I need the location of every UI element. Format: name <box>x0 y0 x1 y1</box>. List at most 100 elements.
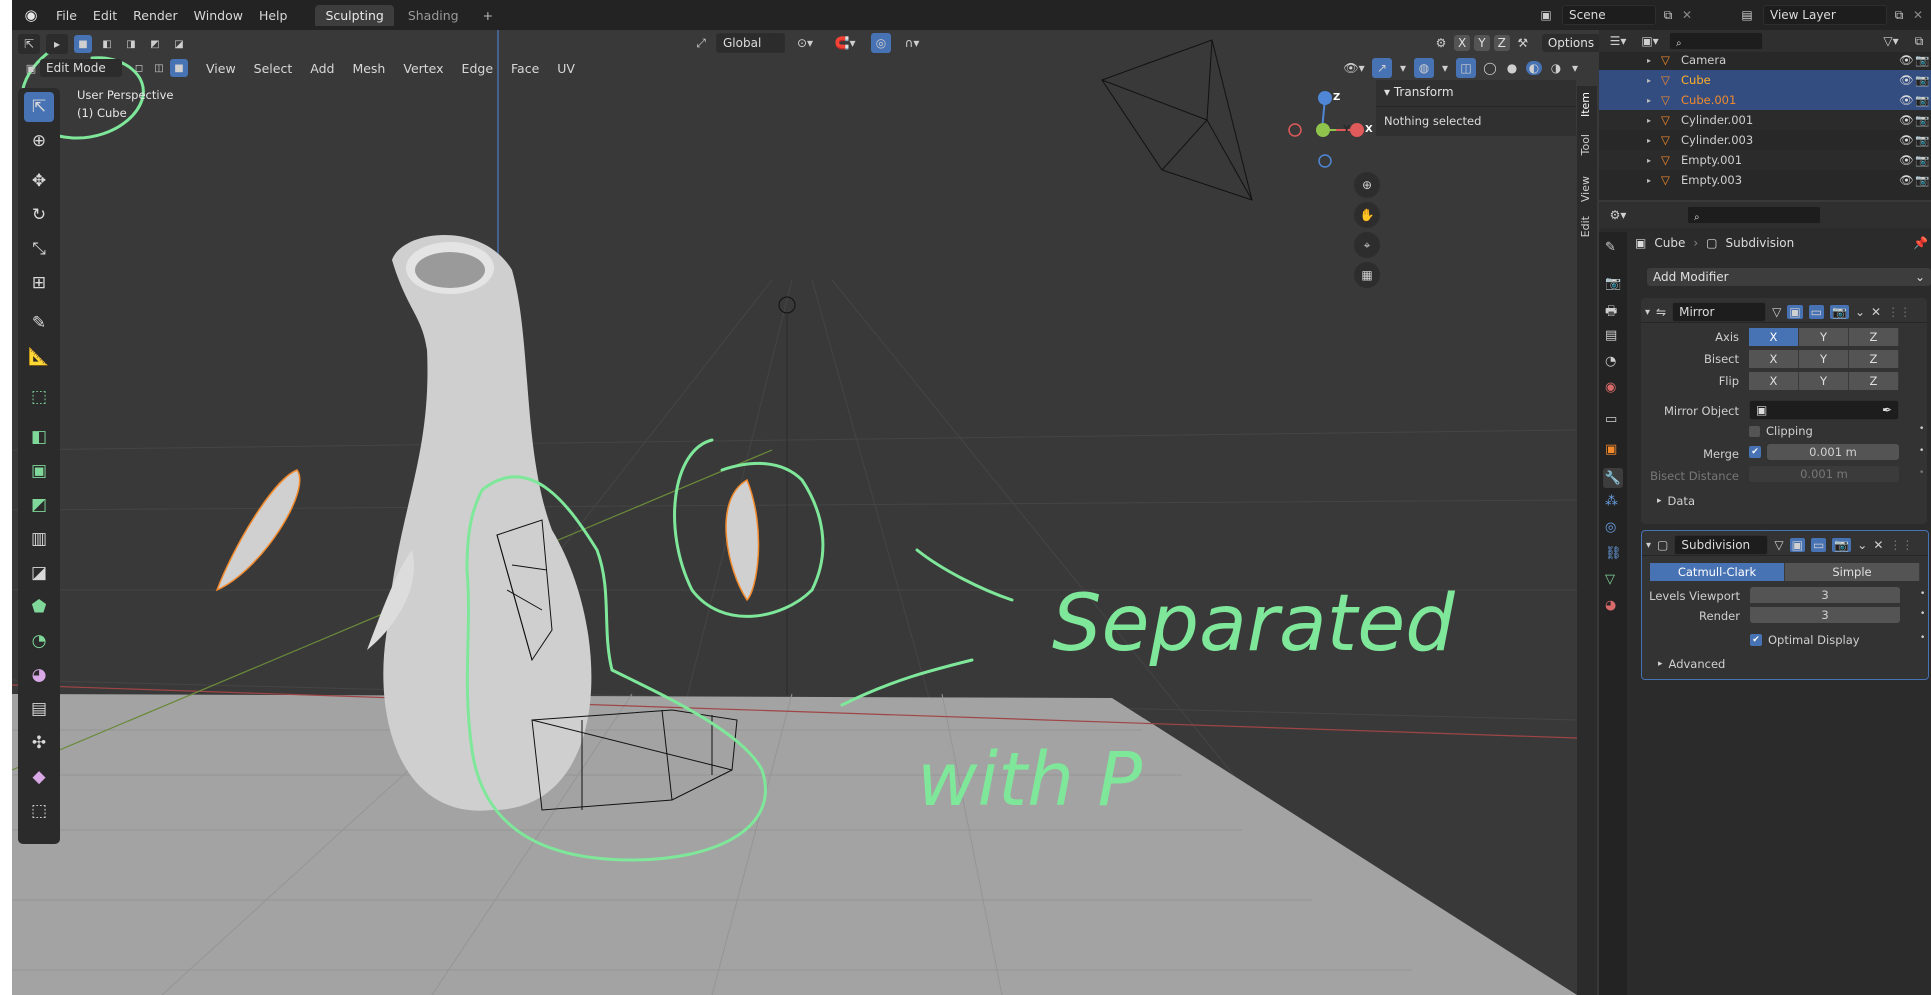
merge-checkbox[interactable]: ✔ <box>1749 446 1761 458</box>
menu-add[interactable]: Add <box>302 61 342 76</box>
loop-cut-tool-icon[interactable]: ▥ <box>24 524 54 554</box>
clipping-checkbox[interactable] <box>1749 425 1760 437</box>
particles-tab-icon[interactable]: ⁂ <box>1605 494 1618 509</box>
select-tool-icon[interactable]: ⇱ <box>24 92 54 122</box>
camera-icon[interactable]: 📷 <box>1915 93 1929 107</box>
measure-tool-icon[interactable]: 📐 <box>24 342 54 372</box>
auto-merge-icon[interactable]: ⚒ <box>1514 36 1532 50</box>
bisect-z-toggle[interactable]: Z <box>1849 350 1899 368</box>
transform-tool-icon[interactable]: ⊞ <box>24 268 54 298</box>
drag-handle-icon[interactable]: ⋮⋮ <box>1889 538 1913 552</box>
optimal-display-checkbox[interactable]: ✔ <box>1750 634 1762 646</box>
pan-hand-icon[interactable]: ✋ <box>1354 202 1380 228</box>
output-tab-icon[interactable]: 🖶 <box>1605 302 1617 324</box>
sidebar-tab-tool[interactable]: Tool <box>1579 134 1595 155</box>
outliner-item-name[interactable]: Empty.003 <box>1681 173 1742 187</box>
edge-slide-tool-icon[interactable]: ▤ <box>24 694 54 724</box>
eye-icon[interactable]: 👁 <box>1899 73 1914 87</box>
keyframe-dot-icon[interactable]: • <box>1920 589 1925 599</box>
close-scene-icon[interactable]: ✕ <box>1680 8 1694 22</box>
camera-icon[interactable]: 📷 <box>1915 153 1929 167</box>
constraints-tab-icon[interactable]: ⛓ <box>1605 546 1622 561</box>
editmode-toggle-icon[interactable]: ▣ <box>1789 538 1805 552</box>
outliner-row[interactable]: ▸ ▽ Cylinder.001 👁 📷 <box>1599 110 1931 130</box>
sidebar-tab-item[interactable]: Item <box>1579 92 1595 117</box>
outliner-search-input[interactable]: ⌕ <box>1669 32 1763 50</box>
edge-select-icon[interactable]: ◫ <box>150 59 168 77</box>
flip-y-toggle[interactable]: Y <box>1799 372 1849 390</box>
transform-panel-header[interactable]: ▾ Transform <box>1384 85 1454 99</box>
editmode-toggle-icon[interactable]: ▣ <box>1787 305 1803 319</box>
zoom-icon[interactable]: ⊕ <box>1354 172 1380 198</box>
falloff-icon[interactable]: ∩▾ <box>897 36 927 50</box>
view-layer-field[interactable]: View Layer <box>1763 5 1887 25</box>
expand-arrow-icon[interactable]: ▸ <box>1647 156 1651 165</box>
camera-icon[interactable]: 📷 <box>1915 53 1929 67</box>
scene-field[interactable]: Scene <box>1562 5 1656 25</box>
eye-icon[interactable]: 👁 <box>1899 93 1914 107</box>
render-toggle-icon[interactable]: 📷 <box>1830 305 1849 319</box>
mode-set-icon[interactable]: ■ <box>74 35 92 53</box>
camera-view-icon[interactable]: ⌖ <box>1354 232 1380 258</box>
scale-tool-icon[interactable]: ⤡ <box>24 234 54 264</box>
smooth-tool-icon[interactable]: ◕ <box>24 660 54 690</box>
expand-arrow-icon[interactable]: ▸ <box>1647 136 1651 145</box>
modifier-menu-icon[interactable]: ⌄ <box>1855 305 1865 319</box>
mirror-options-icon[interactable]: ⚙ <box>1432 36 1450 50</box>
tool-tab-icon[interactable]: ✎ <box>1605 240 1616 255</box>
merge-distance-field[interactable]: 0.001 m <box>1767 444 1899 460</box>
poly-build-tool-icon[interactable]: ⬟ <box>24 592 54 622</box>
display-mode-icon[interactable]: ▣▾ <box>1637 34 1663 48</box>
proportional-edit-icon[interactable]: ◎ <box>871 33 891 53</box>
face-select-icon[interactable]: ■ <box>170 59 188 77</box>
bisect-distance-field[interactable]: 0.001 m <box>1749 466 1899 482</box>
add-modifier-dropdown[interactable]: Add Modifier ⌄ <box>1647 268 1931 286</box>
select-box-icon[interactable]: ⇱ <box>18 34 40 54</box>
eye-icon[interactable]: 👁 <box>1899 173 1914 187</box>
perspective-grid-icon[interactable]: ▦ <box>1354 262 1380 288</box>
axis-x-toggle[interactable]: X <box>1749 328 1799 346</box>
menu-mesh[interactable]: Mesh <box>344 61 393 76</box>
expand-arrow-icon[interactable]: ▸ <box>1647 56 1651 65</box>
menu-window[interactable]: Window <box>186 8 251 23</box>
eye-icon[interactable]: 👁 <box>1899 113 1914 127</box>
extrude-tool-icon[interactable]: ◧ <box>24 422 54 452</box>
copy-view-layer-icon[interactable]: ⧉ <box>1891 8 1907 23</box>
scene-icon[interactable]: ▣ <box>1534 8 1558 22</box>
mode-subtract-icon[interactable]: ◨ <box>122 35 140 53</box>
inset-tool-icon[interactable]: ▣ <box>24 456 54 486</box>
shrink-fatten-tool-icon[interactable]: ✣ <box>24 728 54 758</box>
tab-sculpting[interactable]: Sculpting <box>315 4 394 26</box>
view-layer-tab-icon[interactable]: ▤ <box>1605 328 1617 343</box>
simple-button[interactable]: Simple <box>1785 563 1920 581</box>
shading-dropdown-icon[interactable]: ▾ <box>1570 61 1580 75</box>
advanced-subpanel[interactable]: ▸ Advanced <box>1658 657 1725 671</box>
outliner-item-name[interactable]: Cylinder.001 <box>1681 113 1753 127</box>
expand-arrow-icon[interactable]: ▸ <box>1647 176 1651 185</box>
bisect-y-toggle[interactable]: Y <box>1799 350 1849 368</box>
mode-intersect-icon[interactable]: ◪ <box>170 35 188 53</box>
outliner-item-name[interactable]: Cube <box>1681 73 1711 87</box>
move-tool-icon[interactable]: ✥ <box>24 166 54 196</box>
rotate-tool-icon[interactable]: ↻ <box>24 200 54 230</box>
mirror-x-toggle[interactable]: X <box>1454 35 1471 51</box>
rip-tool-icon[interactable]: ⬚ <box>24 796 54 826</box>
collapse-icon[interactable]: ▾ <box>1646 540 1651 551</box>
annotate-tool-icon[interactable]: ✎ <box>24 308 54 338</box>
viewport-toggle-icon[interactable]: ▭ <box>1810 538 1827 552</box>
mode-dropdown[interactable]: Edit Mode <box>40 59 122 77</box>
new-collection-icon[interactable]: ⧉ <box>1909 34 1929 49</box>
options-dropdown[interactable]: Options <box>1541 34 1601 52</box>
solid-shading-icon[interactable]: ● <box>1504 61 1520 75</box>
remove-modifier-icon[interactable]: ✕ <box>1873 538 1883 552</box>
expand-arrow-icon[interactable]: ▸ <box>1647 76 1651 85</box>
remove-modifier-icon[interactable]: ✕ <box>1871 305 1881 319</box>
outliner-row[interactable]: ▸ ▽ Camera 👁 📷 <box>1599 50 1931 70</box>
menu-render[interactable]: Render <box>125 8 186 23</box>
render-tab-icon[interactable]: 📷 <box>1605 276 1621 291</box>
axis-y-toggle[interactable]: Y <box>1799 328 1849 346</box>
overlays-icon[interactable]: ◍ <box>1414 58 1434 78</box>
filter-icon[interactable]: ▽▾ <box>1879 34 1903 48</box>
eye-icon[interactable]: 👁 <box>1899 133 1914 147</box>
camera-icon[interactable]: 📷 <box>1915 113 1929 127</box>
